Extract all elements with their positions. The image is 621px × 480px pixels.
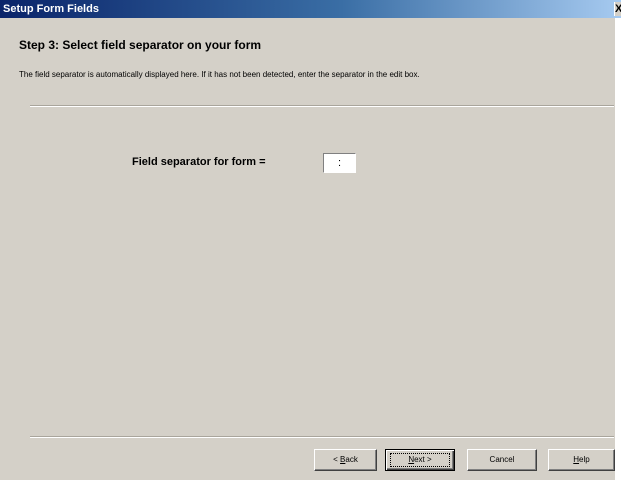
field-separator-input[interactable] xyxy=(323,153,356,173)
help-button-rest: elp xyxy=(579,455,590,464)
cancel-button[interactable]: Cancel xyxy=(467,449,537,471)
setup-form-fields-window: Setup Form Fields X Step 3: Select field… xyxy=(0,0,621,480)
back-button-rest: ack xyxy=(345,455,358,464)
step-description: The field separator is automatically dis… xyxy=(19,70,420,79)
dialog-body: Step 3: Select field separator on your f… xyxy=(0,18,615,480)
back-button-label: < Back xyxy=(333,455,358,464)
window-right-edge xyxy=(615,18,621,480)
next-button[interactable]: Next > xyxy=(385,449,455,471)
field-separator-label: Field separator for form = xyxy=(132,156,266,168)
help-button[interactable]: Help xyxy=(548,449,615,471)
window-title: Setup Form Fields xyxy=(3,3,99,15)
back-button-prefix: < xyxy=(333,455,341,464)
close-button[interactable]: X xyxy=(614,2,621,16)
cancel-button-label: Cancel xyxy=(489,455,515,464)
help-button-label: Help xyxy=(573,455,589,464)
next-button-label: Next > xyxy=(408,455,431,464)
header-divider xyxy=(30,105,614,107)
title-bar[interactable]: Setup Form Fields X xyxy=(0,0,621,18)
step-title: Step 3: Select field separator on your f… xyxy=(19,38,262,52)
footer-divider xyxy=(30,436,614,438)
next-button-rest: ext > xyxy=(414,455,432,464)
back-button[interactable]: < Back xyxy=(314,449,377,471)
close-icon: X xyxy=(615,2,621,16)
